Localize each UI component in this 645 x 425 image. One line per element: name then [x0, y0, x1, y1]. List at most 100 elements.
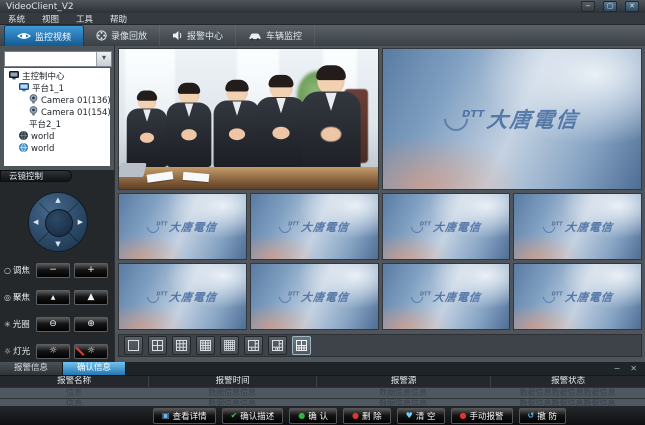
- video-tile-idle[interactable]: DTT大唐電信: [118, 263, 247, 330]
- ptz-center-button[interactable]: [45, 209, 73, 237]
- alarm-table-row[interactable]: 信息 数据信息信息 数据信息信息 数据信息数据信息数据信息: [0, 388, 645, 398]
- menu-tools[interactable]: 工具: [76, 13, 93, 25]
- layout-10-button[interactable]: [292, 336, 311, 355]
- tree-item-platform-2[interactable]: 平台2_1: [4, 119, 110, 131]
- delete-button[interactable]: ●删 除: [343, 408, 391, 424]
- light-off-button[interactable]: ☼: [74, 344, 108, 359]
- video-tile-idle[interactable]: DTT大唐電信: [250, 193, 379, 260]
- datang-logo: DTT大唐電信: [383, 264, 510, 329]
- iris-close-button[interactable]: ⊖: [36, 317, 70, 332]
- tree-item-camera-154[interactable]: Camera 01(154): [4, 107, 110, 119]
- view-details-button[interactable]: ▣查看详情: [153, 408, 216, 424]
- camera-icon: [29, 106, 38, 120]
- video-tile-main-camera[interactable]: [118, 48, 379, 190]
- tree-item-world-1[interactable]: world: [4, 131, 110, 143]
- tree-item-platform-1[interactable]: 平台1_1: [4, 83, 110, 95]
- ptz-panel: 云镜控制 ▲ ▼ ◀ ▶ ○调焦 − + ◎聚焦 ▲ ▲ ✳光圈 ⊖ ⊕: [0, 170, 114, 362]
- video-tile-idle[interactable]: DTT大唐電信: [513, 193, 642, 260]
- layout-4-button[interactable]: [148, 336, 167, 355]
- manual-alarm-button[interactable]: ●手动报警: [451, 408, 513, 424]
- close-button[interactable]: ✕: [625, 1, 639, 12]
- disarm-icon: ↺: [528, 412, 535, 420]
- confirm-check-icon: ✔: [231, 412, 238, 420]
- confirm-button[interactable]: ●确 认: [289, 408, 337, 424]
- tab-vehicle-monitor[interactable]: 车辆监控: [236, 25, 315, 46]
- ptz-row-zoom: ○调焦 − +: [0, 262, 114, 278]
- datang-logo: DTT 大唐電信: [383, 49, 642, 189]
- datang-logo: DTT大唐電信: [251, 194, 378, 259]
- light-icon: ☼: [4, 347, 11, 356]
- ptz-dpad[interactable]: ▲ ▼ ◀ ▶: [28, 192, 88, 252]
- menu-system[interactable]: 系统: [8, 13, 25, 25]
- disarm-button[interactable]: ↺撤 防: [519, 408, 566, 424]
- ptz-row-focus: ◎聚焦 ▲ ▲: [0, 289, 114, 305]
- panel-collapse-icon[interactable]: −: [614, 362, 621, 375]
- focus-near-button[interactable]: ▲: [36, 290, 70, 305]
- zoom-out-button[interactable]: −: [36, 263, 70, 278]
- details-icon: ▣: [162, 412, 170, 420]
- ptz-row-light: ☼灯光 ☼ ☼: [0, 343, 114, 359]
- ptz-left-arrow[interactable]: ◀: [33, 218, 38, 226]
- person: [167, 84, 212, 167]
- layout-9-button[interactable]: [172, 336, 191, 355]
- eye-icon: [17, 31, 31, 41]
- video-tile-idle[interactable]: DTT大唐電信: [513, 263, 642, 330]
- tree-item-camera-136[interactable]: Camera 01(136): [4, 95, 110, 107]
- tree-item-control-center[interactable]: 主控制中心: [4, 71, 110, 83]
- clear-icon: ♥: [406, 412, 413, 420]
- device-combo-box[interactable]: ▾: [4, 51, 112, 67]
- tab-alarm-center[interactable]: 报警中心: [160, 25, 236, 46]
- tab-live-video[interactable]: 监控视频: [4, 25, 84, 46]
- person: [214, 82, 261, 168]
- tab-alarm-info[interactable]: 报警信息: [0, 362, 63, 375]
- video-tile-idle[interactable]: DTT 大唐電信: [382, 48, 643, 190]
- tab-playback[interactable]: 录像回放: [84, 25, 160, 46]
- ptz-right-arrow[interactable]: ▶: [78, 218, 83, 226]
- main-toolbar: 监控视频 录像回放 报警中心 车辆监控: [0, 25, 645, 46]
- focus-far-button[interactable]: ▲: [74, 290, 108, 305]
- video-tile-idle[interactable]: DTT大唐電信: [382, 193, 511, 260]
- layout-1-button[interactable]: [124, 336, 143, 355]
- menu-view[interactable]: 视图: [42, 13, 59, 25]
- layout-8-button[interactable]: [268, 336, 287, 355]
- ptz-row-iris: ✳光圈 ⊖ ⊕: [0, 316, 114, 332]
- layout-16-button[interactable]: [196, 336, 215, 355]
- video-tile-idle[interactable]: DTT大唐電信: [118, 193, 247, 260]
- device-sidebar: ▾ 主控制中心 平台1_1 Camera 01(136) Camera 01(1…: [0, 46, 115, 362]
- combo-value: [5, 52, 96, 66]
- title-bar: VideoClient_V2 − ▢ ✕: [0, 0, 645, 13]
- datang-logo: DTT大唐電信: [119, 194, 246, 259]
- col-alarm-status: 报警状态: [490, 376, 645, 387]
- panel-close-icon[interactable]: ✕: [630, 362, 637, 375]
- tab-confirm-info[interactable]: 确认信息: [63, 362, 126, 375]
- window-title: VideoClient_V2: [6, 2, 74, 12]
- ptz-up-arrow[interactable]: ▲: [55, 196, 60, 204]
- minimize-button[interactable]: −: [581, 1, 595, 12]
- maximize-button[interactable]: ▢: [603, 1, 617, 12]
- person: [301, 68, 360, 177]
- video-tile-idle[interactable]: DTT大唐電信: [250, 263, 379, 330]
- light-on-button[interactable]: ☼: [36, 344, 70, 359]
- col-alarm-time: 报警时间: [148, 376, 316, 387]
- person: [256, 77, 306, 169]
- confirm-description-button[interactable]: ✔确认描述: [222, 408, 284, 424]
- col-alarm-source: 报警源: [316, 376, 490, 387]
- zoom-in-button[interactable]: +: [74, 263, 108, 278]
- video-grid: DTT 大唐電信 DTT大唐電信 DTT大唐電信 DTT大唐電信 DTT大唐電信…: [118, 48, 642, 330]
- tree-item-world-2[interactable]: world: [4, 143, 110, 155]
- alarm-footer-bar: ▣查看详情 ✔确认描述 ●确 认 ●删 除 ♥清 空 ●手动报警 ↺撤 防: [0, 406, 645, 425]
- layout-6-button[interactable]: [244, 336, 263, 355]
- iris-open-button[interactable]: ⊕: [74, 317, 108, 332]
- layout-25-button[interactable]: [220, 336, 239, 355]
- clear-button[interactable]: ♥清 空: [397, 408, 445, 424]
- menu-help[interactable]: 帮助: [110, 13, 127, 25]
- ptz-down-arrow[interactable]: ▼: [55, 240, 60, 248]
- video-client-window: VideoClient_V2 − ▢ ✕ 系统 视图 工具 帮助 监控视频 录像…: [0, 0, 645, 425]
- video-tile-idle[interactable]: DTT大唐電信: [382, 263, 511, 330]
- manual-alarm-icon: ●: [460, 412, 467, 420]
- aperture-icon: ✳: [4, 320, 11, 329]
- datang-logo: DTT大唐電信: [251, 264, 378, 329]
- screen-layout-bar: [118, 334, 642, 357]
- laptop: [118, 163, 147, 177]
- datang-logo: DTT大唐電信: [383, 194, 510, 259]
